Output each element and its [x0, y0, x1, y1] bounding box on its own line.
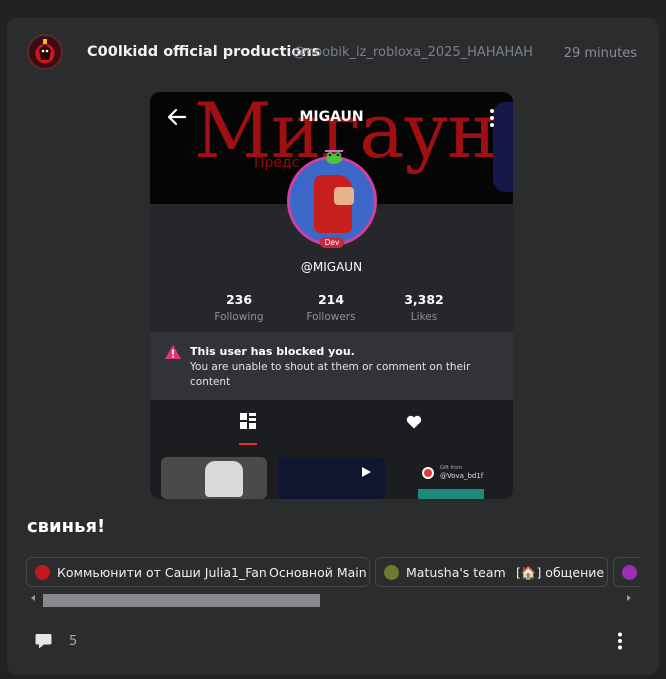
- horizontal-scrollbar[interactable]: [43, 594, 320, 607]
- stat-likes-label: Likes: [410, 311, 438, 323]
- author-handle[interactable]: @noobik_iz_robloxа_2025_HAHAHAH: [293, 45, 533, 60]
- grid-icon: [240, 413, 256, 429]
- community-icon: [384, 565, 399, 580]
- community-channel: [🏠] общение: [516, 565, 605, 580]
- vertical-dots-icon[interactable]: [617, 632, 623, 650]
- community-chip[interactable]: Matusha's team [🏠] общение: [375, 557, 608, 587]
- thumbnail-username: @Vova_bd1f: [440, 472, 484, 480]
- blocked-notice: This user has blocked you. You are unabl…: [150, 332, 513, 400]
- profile-title: MIGAUN: [299, 109, 364, 125]
- pfp-face: [334, 187, 354, 205]
- community-name: Коммьюнити от Саши Julia1_Fan: [57, 565, 267, 580]
- stat-followers-value: 214: [317, 292, 345, 307]
- speech-bubble-icon[interactable]: [35, 633, 52, 649]
- community-name: Matusha's team: [406, 565, 506, 580]
- post-text: свинья!: [27, 516, 106, 537]
- comment-count: 5: [69, 634, 78, 649]
- frog-badge-icon: [325, 150, 343, 164]
- profile-picture: [287, 156, 377, 246]
- author-name[interactable]: C00lkidd official productions: [87, 44, 320, 60]
- post-thumbnail: Gift from @Vova_bd1f: [400, 457, 510, 499]
- post-thumbnail: [161, 457, 267, 499]
- dev-badge: Dev: [320, 237, 344, 248]
- profile-username: @MIGAUN: [300, 260, 363, 274]
- blocked-text: You are unable to shout at them or comme…: [190, 361, 471, 388]
- scroll-right-arrow[interactable]: [627, 595, 631, 601]
- community-icon: [622, 565, 637, 580]
- banner-subtitle: Предс: [254, 155, 300, 171]
- post-timestamp: 29 minutes: [563, 46, 637, 61]
- thumbnail-strip: [418, 489, 484, 499]
- stat-following-label: Following: [214, 311, 264, 323]
- stat-following-value: 236: [225, 292, 253, 307]
- post-image[interactable]: Мигаун Предс MIGAUN Dev @MIGAUN 236 Foll…: [150, 92, 513, 499]
- thumbnail-caption: Gift from: [440, 465, 463, 471]
- stat-likes-value: 3,382: [404, 292, 444, 307]
- warning-triangle-icon: [165, 345, 181, 359]
- community-channel: Основной Main: [269, 565, 367, 580]
- stat-followers-label: Followers: [306, 311, 356, 323]
- community-icon: [35, 565, 50, 580]
- community-chip[interactable]: [613, 557, 639, 587]
- post-thumbnail: [278, 457, 385, 499]
- avatar-icon: [39, 39, 51, 60]
- community-chip[interactable]: Коммьюнити от Саши Julia1_Fan Основной M…: [26, 557, 370, 587]
- thumbnail-avatar: [422, 467, 434, 479]
- author-avatar[interactable]: [27, 34, 63, 70]
- active-tab-indicator: [239, 443, 257, 445]
- blocked-title: This user has blocked you.: [190, 345, 355, 358]
- vertical-dots-icon: [490, 109, 494, 127]
- heart-icon: [406, 415, 422, 429]
- community-chips: Коммьюнити от Саши Julia1_Fan Основной M…: [26, 557, 639, 587]
- play-icon: [362, 467, 371, 477]
- thumbnail-character: [205, 461, 243, 497]
- scroll-left-arrow[interactable]: [31, 595, 35, 601]
